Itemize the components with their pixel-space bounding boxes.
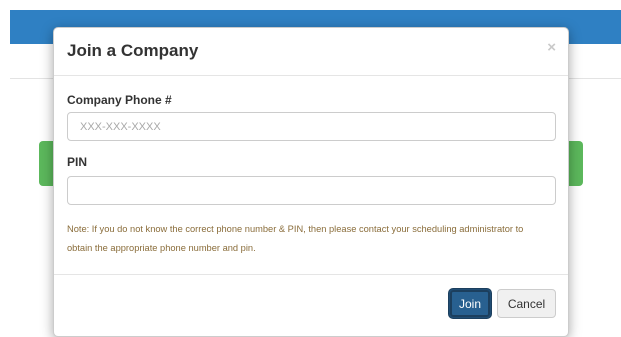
join-button[interactable]: Join <box>449 289 491 318</box>
company-phone-input[interactable] <box>67 112 556 141</box>
modal-title: Join a Company <box>67 41 199 60</box>
pin-input[interactable] <box>67 176 556 205</box>
modal-footer-divider <box>54 274 568 275</box>
join-company-modal: Join a Company × Company Phone # PIN Not… <box>53 27 569 337</box>
cancel-button[interactable]: Cancel <box>497 289 556 318</box>
pin-label: PIN <box>67 155 88 169</box>
company-phone-label: Company Phone # <box>67 93 172 107</box>
close-icon[interactable]: × <box>547 39 556 56</box>
modal-header: Join a Company × <box>54 28 568 76</box>
help-note: Note: If you do not know the correct pho… <box>67 224 524 253</box>
